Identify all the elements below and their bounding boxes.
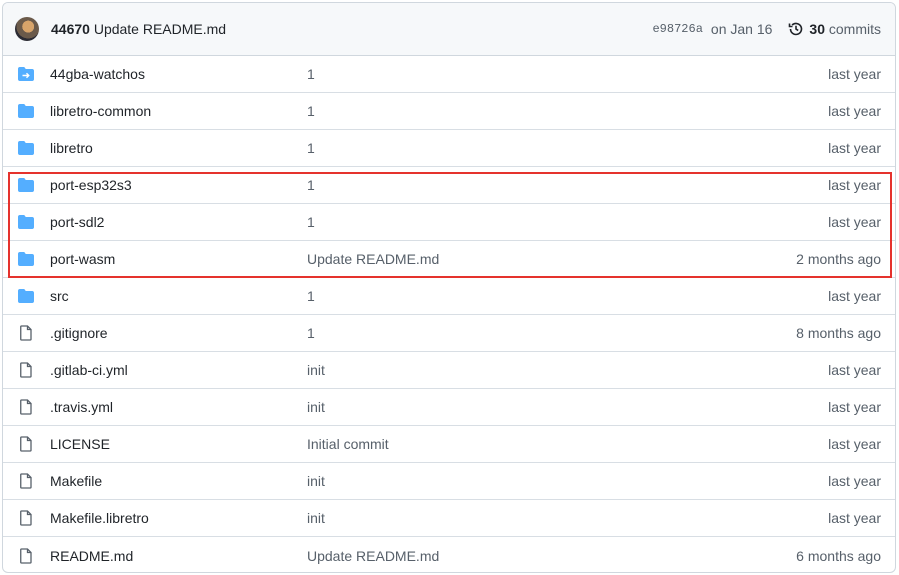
commit-age: last year [828,362,881,378]
commit-message-link[interactable]: 1 [307,140,828,156]
file-name-link[interactable]: port-esp32s3 [50,177,307,193]
file-name-link[interactable]: .travis.yml [50,399,307,415]
commit-age: 8 months ago [796,325,881,341]
commit-author[interactable]: 44670 [51,21,90,37]
file-name-link[interactable]: libretro-common [50,103,307,119]
file-row[interactable]: Makefile init last year [3,463,895,500]
file-icon [18,510,34,526]
commit-message-link[interactable]: init [307,510,828,526]
file-icon [18,473,34,489]
avatar[interactable] [15,17,39,41]
file-row[interactable]: libretro-common 1 last year [3,93,895,130]
commit-message-link[interactable]: Update README.md [307,251,796,267]
file-icon [18,399,34,415]
commit-message-link[interactable]: 1 [307,214,828,230]
folder-icon [18,288,34,304]
file-row[interactable]: Makefile.libretro init last year [3,500,895,537]
commit-message-link[interactable]: 1 [307,288,828,304]
file-icon [18,362,34,378]
file-row[interactable]: .gitlab-ci.yml init last year [3,352,895,389]
file-row[interactable]: libretro 1 last year [3,130,895,167]
commit-message-link[interactable]: 1 [307,177,828,193]
commit-message-link[interactable]: init [307,473,828,489]
file-row[interactable]: .gitignore 1 8 months ago [3,315,895,352]
file-name-link[interactable]: port-wasm [50,251,307,267]
file-row[interactable]: port-esp32s3 1 last year [3,167,895,204]
file-icon [18,547,34,564]
commit-age: 2 months ago [796,251,881,267]
file-row[interactable]: 44gba-watchos 1 last year [3,56,895,93]
latest-commit-bar: 44670 Update README.md e98726a on Jan 16… [3,3,895,56]
commit-age: last year [828,288,881,304]
file-name-link[interactable]: LICENSE [50,436,307,452]
commit-age: last year [828,177,881,193]
commit-sha[interactable]: e98726a [652,22,702,36]
commit-age: last year [828,510,881,526]
file-row[interactable]: port-sdl2 1 last year [3,204,895,241]
commit-age: last year [828,214,881,230]
commit-date: on Jan 16 [710,21,773,37]
folder-icon [18,103,34,119]
file-name-link[interactable]: src [50,288,307,304]
commit-age: last year [828,399,881,415]
file-list: 44670 Update README.md e98726a on Jan 16… [2,2,896,573]
history-icon [789,22,803,36]
commit-message-link[interactable]: init [307,399,828,415]
folder-icon [18,251,34,267]
commit-message[interactable]: Update README.md [94,21,226,37]
file-icon [18,325,34,341]
commit-message-link[interactable]: 1 [307,66,828,82]
commit-age: last year [828,473,881,489]
folder-icon [18,214,34,230]
file-name-link[interactable]: libretro [50,140,307,156]
commits-link[interactable]: 30 commits [809,21,881,37]
file-row[interactable]: src 1 last year [3,278,895,315]
file-row[interactable]: port-wasm Update README.md 2 months ago [3,241,895,278]
commit-message-link[interactable]: init [307,362,828,378]
file-name-link[interactable]: Makefile.libretro [50,510,307,526]
file-row[interactable]: README.md Update README.md 6 months ago [3,537,895,572]
file-name-link[interactable]: Makefile [50,473,307,489]
folder-icon [18,177,34,193]
file-row[interactable]: LICENSE Initial commit last year [3,426,895,463]
file-row[interactable]: .travis.yml init last year [3,389,895,426]
file-name-link[interactable]: port-sdl2 [50,214,307,230]
file-icon [18,436,34,452]
commit-message-link[interactable]: 1 [307,325,796,341]
folder-icon [18,140,34,156]
commit-message-link[interactable]: Update README.md [307,548,796,564]
commit-age: last year [828,436,881,452]
file-name-link[interactable]: .gitlab-ci.yml [50,362,307,378]
commit-age: last year [828,66,881,82]
commit-age: 6 months ago [796,547,881,564]
file-name-link[interactable]: 44gba-watchos [50,66,307,82]
commit-age: last year [828,103,881,119]
commit-message-link[interactable]: 1 [307,103,828,119]
file-name-link[interactable]: README.md [50,548,307,564]
commit-message-link[interactable]: Initial commit [307,436,828,452]
file-name-link[interactable]: .gitignore [50,325,307,341]
submodule-folder-icon [18,66,34,82]
commit-age: last year [828,140,881,156]
